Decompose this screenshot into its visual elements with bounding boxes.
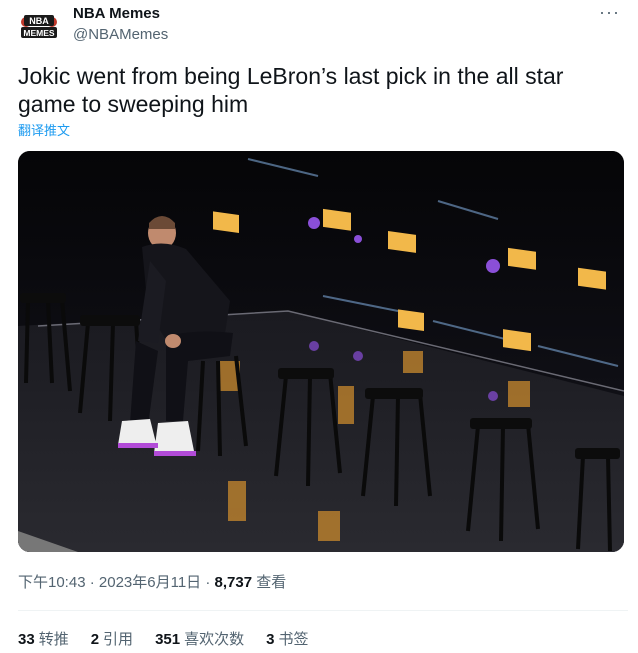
tweet-time[interactable]: 下午10:43 — [18, 574, 86, 591]
quotes-stat[interactable]: 2 引用 — [91, 628, 133, 649]
retweets-stat[interactable]: 33 转推 — [18, 628, 69, 649]
author-handle[interactable]: @NBAMemes — [73, 26, 168, 43]
svg-text:NBA: NBA — [29, 16, 49, 26]
bookmarks-stat[interactable]: 3 书签 — [266, 628, 308, 649]
divider — [18, 610, 628, 611]
views-label: 查看 — [256, 574, 287, 591]
arena-photo — [18, 151, 624, 552]
likes-stat[interactable]: 351 喜欢次数 — [155, 628, 244, 649]
tweet-image[interactable] — [18, 151, 624, 552]
nba-memes-logo-icon: NBA MEMES — [18, 6, 60, 48]
meta-separator: · — [89, 574, 95, 591]
translate-tweet-link[interactable]: 翻译推文 — [18, 120, 70, 139]
views-count: 8,737 — [214, 574, 253, 591]
tweet-date[interactable]: 2023年6月11日 — [99, 574, 201, 591]
more-dots-icon[interactable]: ··· — [599, 2, 620, 23]
tweet-meta: 下午10:43 · 2023年6月11日 · 8,737 查看 — [18, 571, 286, 592]
tweet-text: Jokic went from being LeBron’s last pick… — [18, 63, 564, 117]
avatar[interactable]: NBA MEMES — [18, 6, 60, 48]
meta-separator-2: · — [205, 574, 211, 591]
engagement-stats: 33 转推 2 引用 351 喜欢次数 3 书签 — [18, 628, 308, 649]
svg-text:MEMES: MEMES — [23, 28, 55, 38]
author-display-name[interactable]: NBA Memes — [73, 5, 160, 22]
